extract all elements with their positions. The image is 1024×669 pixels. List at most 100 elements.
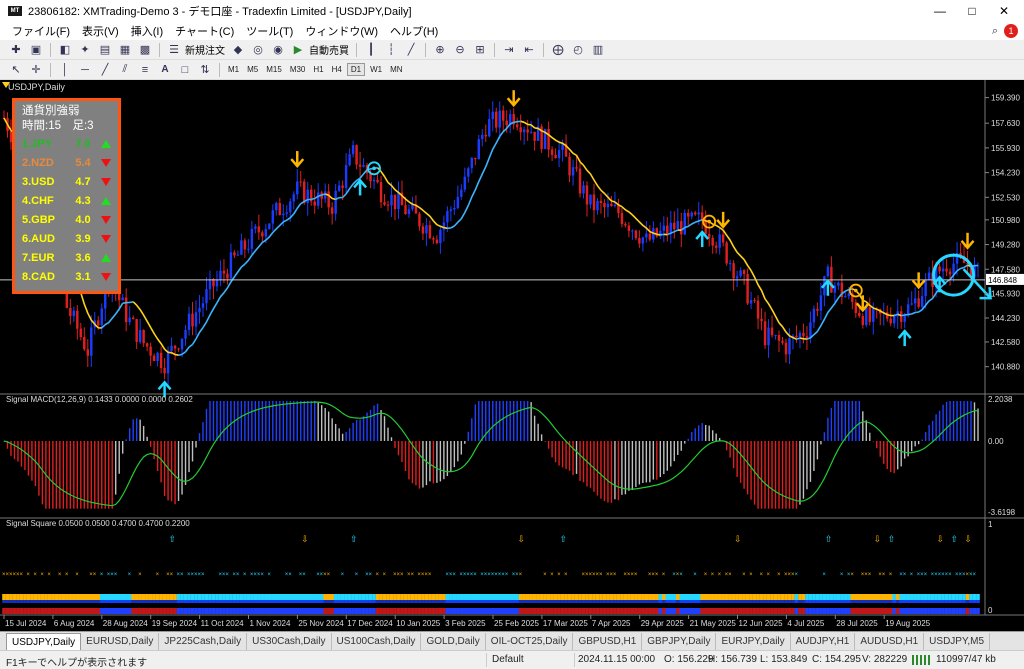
menu-window[interactable]: ウィンドウ(W) [299, 23, 384, 39]
crosshair-icon[interactable]: ✛ [28, 62, 44, 78]
square-strength-bar [532, 594, 537, 600]
square-strength-bar [51, 594, 55, 600]
macd-bar [13, 441, 16, 460]
cursor-icon[interactable]: ↖ [8, 62, 24, 78]
market-icon[interactable]: ◉ [270, 42, 286, 58]
horizontal-line-icon[interactable]: ─ [77, 62, 93, 78]
signals-icon[interactable]: ◎ [250, 42, 266, 58]
line-chart-icon[interactable]: ╱ [403, 42, 419, 58]
indicators-icon[interactable]: ⨁ [550, 42, 566, 58]
periods-icon[interactable]: ◴ [570, 42, 586, 58]
vertical-line-icon[interactable]: │ [57, 62, 73, 78]
candle-body [666, 225, 669, 234]
menu-chart[interactable]: チャート(C) [169, 23, 240, 39]
timeframe-h1[interactable]: H1 [310, 64, 326, 75]
chart-tab[interactable]: US30Cash,Daily [247, 632, 332, 650]
candle-body [519, 127, 522, 133]
candle-body [641, 237, 645, 244]
menu-insert[interactable]: 挿入(I) [125, 23, 169, 39]
arrows-tool-icon[interactable]: ⇅ [197, 62, 213, 78]
metaeditor-icon[interactable]: ◆ [230, 42, 246, 58]
new-chart-icon[interactable]: ✚ [8, 42, 24, 58]
square-x-marker-icon: × [662, 572, 666, 578]
trendline-icon[interactable]: ╱ [97, 62, 113, 78]
chart-tab[interactable]: GBPUSD,H1 [573, 632, 643, 650]
bar-chart-icon[interactable]: ┃ [363, 42, 379, 58]
menu-file[interactable]: ファイル(F) [6, 23, 76, 39]
macd-bar [279, 400, 281, 441]
timeframe-w1[interactable]: W1 [367, 64, 385, 75]
data-window-icon[interactable]: ▤ [97, 42, 113, 58]
timeframe-m15[interactable]: M15 [263, 64, 285, 75]
templates-icon[interactable]: ▥ [590, 42, 606, 58]
menu-help[interactable]: ヘルプ(H) [384, 23, 444, 39]
chart-tab[interactable]: US100Cash,Daily [332, 632, 422, 650]
notification-badge[interactable]: 1 [1004, 24, 1018, 38]
chart-tab[interactable]: EURUSD,Daily [81, 632, 160, 650]
chart-tab[interactable]: AUDUSD,H1 [855, 632, 925, 650]
chart-canvas[interactable]: ⇧ ⇧ ⇧ ⇧ ⇧ ⇧⇩ ⇩ ⇩ ⇩ ⇩ ⇩× × × × × × × × × × × × × × × × × × × × × × × × × × × ×… [0, 80, 1024, 631]
timeframe-mn[interactable]: MN [387, 64, 405, 75]
chart-tab[interactable]: USDJPY,M5 [924, 632, 991, 650]
fibonacci-icon[interactable]: ≡ [137, 62, 153, 78]
channel-icon[interactable]: ⫽ [117, 62, 133, 78]
square-strength-bar [47, 594, 52, 600]
square-strength-bar [274, 594, 279, 600]
candle-body [166, 350, 170, 374]
chart-window[interactable]: ⇧ ⇧ ⇧ ⇧ ⇧ ⇧ ⇩ ⇩ ⇩ ⇩ ⇩ ⇩ × × × × × × × × × × × × × × × × × × × × × × × × × × × ×… [0, 80, 1024, 631]
search-icon[interactable]: ⌕ [992, 25, 998, 38]
minimize-button[interactable]: — [924, 0, 956, 22]
square-x-marker-icon: × [850, 572, 854, 578]
macd-bar [593, 441, 595, 492]
chart-tab[interactable]: GBPJPY,Daily [642, 632, 717, 650]
timeframe-h4[interactable]: H4 [329, 64, 345, 75]
square-strength-bar [798, 594, 802, 600]
macd-bar [390, 437, 393, 441]
macd-bar [184, 441, 187, 485]
square-strength-bar [679, 600, 684, 603]
square-strength-bar [899, 594, 903, 600]
candle-body [145, 343, 149, 347]
new-order-button[interactable]: 新規注文 [185, 42, 225, 57]
tester-icon[interactable]: ▩ [137, 42, 153, 58]
candle-body [229, 252, 233, 279]
square-strength-bar [637, 608, 642, 614]
menu-view[interactable]: 表示(V) [76, 23, 125, 39]
square-strength-bar [243, 600, 247, 603]
tile-windows-icon[interactable]: ⊞ [472, 42, 488, 58]
candle-body [746, 273, 749, 304]
candle-body [149, 346, 152, 356]
zoom-out-icon[interactable]: ⊖ [452, 42, 468, 58]
market-watch-icon[interactable]: ◧ [57, 42, 73, 58]
autoscroll-icon[interactable]: ⇥ [501, 42, 517, 58]
square-strength-bar [302, 594, 307, 600]
timeframe-m30[interactable]: M30 [287, 64, 309, 75]
chart-tab[interactable]: USDJPY,Daily [6, 632, 82, 650]
square-strength-bar [515, 608, 519, 614]
zoom-in-icon[interactable]: ⊕ [432, 42, 448, 58]
text-tool-icon[interactable]: A [157, 62, 173, 78]
terminal-icon[interactable]: ▦ [117, 42, 133, 58]
label-tool-icon[interactable]: □ [177, 62, 193, 78]
menu-tools[interactable]: ツール(T) [240, 23, 299, 39]
timeframe-m5[interactable]: M5 [244, 64, 261, 75]
chart-shift-icon[interactable]: ⇤ [521, 42, 537, 58]
square-strength-bar [403, 600, 408, 603]
auto-trade-icon[interactable]: ▶ [290, 42, 306, 58]
strength-value: 4.0 [75, 213, 91, 226]
new-order-icon[interactable]: ☰ [166, 42, 182, 58]
chart-tab[interactable]: JP225Cash,Daily [159, 632, 248, 650]
square-strength-bar [644, 608, 649, 614]
navigator-icon[interactable]: ✦ [77, 42, 93, 58]
auto-trade-button[interactable]: 自動売買 [309, 42, 349, 57]
timeframe-d1[interactable]: D1 [346, 63, 366, 76]
maximize-button[interactable]: □ [956, 0, 988, 22]
chart-tab[interactable]: OIL-OCT25,Daily [486, 632, 574, 650]
candlestick-icon[interactable]: ┆ [383, 42, 399, 58]
chart-tab[interactable]: GOLD,Daily [421, 632, 486, 650]
close-button[interactable]: ✕ [988, 0, 1020, 22]
chart-tab[interactable]: AUDJPY,H1 [791, 632, 856, 650]
profiles-icon[interactable]: ▣ [28, 42, 44, 58]
chart-tab[interactable]: EURJPY,Daily [716, 632, 791, 650]
timeframe-m1[interactable]: M1 [225, 64, 242, 75]
